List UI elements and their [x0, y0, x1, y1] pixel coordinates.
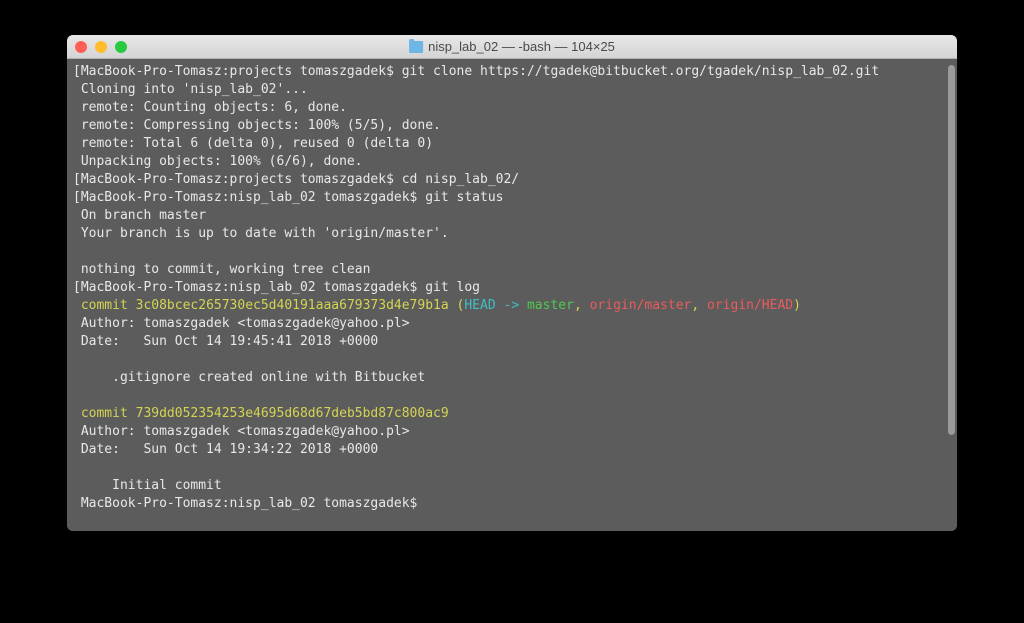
terminal-line: Author: tomaszgadek <tomaszgadek@yahoo.p… — [73, 315, 951, 333]
terminal-line: [MacBook-Pro-Tomasz:projects tomaszgadek… — [73, 63, 951, 81]
head-ref: HEAD -> — [464, 298, 527, 313]
commit-hash: 3c08bcec265730ec5d40191aaa679373d4e79b1a — [136, 298, 449, 313]
prompt: [MacBook-Pro-Tomasz:nisp_lab_02 tomaszga… — [73, 280, 425, 295]
terminal-line — [73, 459, 951, 477]
terminal-line: Date: Sun Oct 14 19:45:41 2018 +0000 — [73, 333, 951, 351]
command: git status — [425, 190, 503, 205]
commit-label: commit — [73, 406, 136, 421]
close-button[interactable] — [75, 41, 87, 53]
command: git log — [425, 280, 480, 295]
terminal-line: Unpacking objects: 100% (6/6), done. — [73, 153, 951, 171]
paren: ) — [793, 298, 801, 313]
sep: , — [691, 298, 707, 313]
terminal-body[interactable]: [MacBook-Pro-Tomasz:projects tomaszgadek… — [67, 59, 957, 531]
terminal-line: Cloning into 'nisp_lab_02'... — [73, 81, 951, 99]
terminal-line: [MacBook-Pro-Tomasz:nisp_lab_02 tomaszga… — [73, 279, 951, 297]
commit-hash: 739dd052354253e4695d68d67deb5bd87c800ac9 — [136, 406, 449, 421]
commit-label: commit — [73, 298, 136, 313]
folder-icon — [409, 41, 423, 53]
terminal-line: remote: Compressing objects: 100% (5/5),… — [73, 117, 951, 135]
terminal-line: commit 3c08bcec265730ec5d40191aaa679373d… — [73, 297, 951, 315]
scrollbar[interactable] — [948, 65, 955, 435]
terminal-line: Your branch is up to date with 'origin/m… — [73, 225, 951, 243]
terminal-line: Author: tomaszgadek <tomaszgadek@yahoo.p… — [73, 423, 951, 441]
remote-ref: origin/master — [590, 298, 692, 313]
terminal-line: nothing to commit, working tree clean — [73, 261, 951, 279]
titlebar[interactable]: nisp_lab_02 — -bash — 104×25 — [67, 35, 957, 59]
terminal-line: Date: Sun Oct 14 19:34:22 2018 +0000 — [73, 441, 951, 459]
command: git clone https://tgadek@bitbucket.org/t… — [402, 64, 879, 79]
prompt: [MacBook-Pro-Tomasz:nisp_lab_02 tomaszga… — [73, 190, 425, 205]
branch-ref: master — [527, 298, 574, 313]
terminal-line: remote: Total 6 (delta 0), reused 0 (del… — [73, 135, 951, 153]
terminal-line: [MacBook-Pro-Tomasz:nisp_lab_02 tomaszga… — [73, 189, 951, 207]
maximize-button[interactable] — [115, 41, 127, 53]
terminal-line: remote: Counting objects: 6, done. — [73, 99, 951, 117]
window-title: nisp_lab_02 — -bash — 104×25 — [409, 39, 615, 54]
prompt: [MacBook-Pro-Tomasz:projects tomaszgadek… — [73, 64, 402, 79]
terminal-line: [MacBook-Pro-Tomasz:projects tomaszgadek… — [73, 171, 951, 189]
terminal-window: nisp_lab_02 — -bash — 104×25 [MacBook-Pr… — [67, 35, 957, 531]
title-text: nisp_lab_02 — -bash — 104×25 — [428, 39, 615, 54]
paren: ( — [449, 298, 465, 313]
terminal-line: MacBook-Pro-Tomasz:nisp_lab_02 tomaszgad… — [73, 495, 951, 513]
terminal-line — [73, 243, 951, 261]
remote-ref: origin/HEAD — [707, 298, 793, 313]
terminal-line — [73, 387, 951, 405]
terminal-line — [73, 351, 951, 369]
terminal-line: commit 739dd052354253e4695d68d67deb5bd87… — [73, 405, 951, 423]
traffic-lights — [75, 41, 127, 53]
terminal-line: .gitignore created online with Bitbucket — [73, 369, 951, 387]
command: cd nisp_lab_02/ — [402, 172, 519, 187]
sep: , — [574, 298, 590, 313]
minimize-button[interactable] — [95, 41, 107, 53]
prompt: [MacBook-Pro-Tomasz:projects tomaszgadek… — [73, 172, 402, 187]
terminal-line: On branch master — [73, 207, 951, 225]
terminal-line: Initial commit — [73, 477, 951, 495]
